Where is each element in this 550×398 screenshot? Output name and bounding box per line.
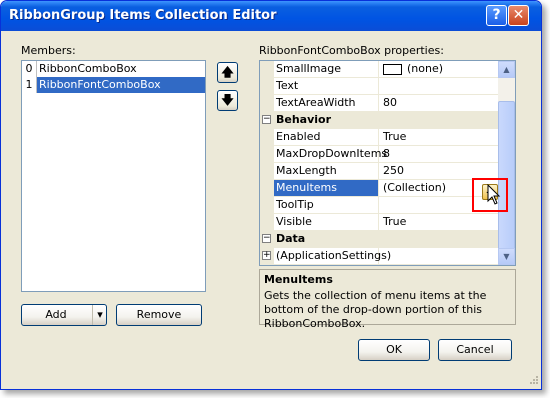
- mouse-cursor-icon: [487, 184, 501, 205]
- property-row-menuitems[interactable]: MenuItems (Collection): [260, 180, 498, 197]
- property-value[interactable]: 80: [380, 95, 498, 111]
- property-row-smallimage[interactable]: SmallImage (none): [260, 61, 498, 78]
- window-title: RibbonGroup Items Collection Editor: [9, 8, 277, 23]
- property-name: Enabled: [274, 129, 379, 145]
- category-data[interactable]: − Data: [260, 231, 498, 248]
- collapse-icon[interactable]: −: [262, 115, 271, 124]
- collection-editor-dialog: RibbonGroup Items Collection Editor ? ✕ …: [0, 0, 542, 390]
- image-swatch-icon: [383, 64, 402, 75]
- category-label: Data: [276, 232, 306, 245]
- property-row-applicationsettings[interactable]: + (ApplicationSettings): [260, 248, 498, 265]
- scroll-thumb[interactable]: [498, 101, 515, 251]
- property-row-text[interactable]: Text: [260, 78, 498, 95]
- property-value[interactable]: [380, 78, 498, 94]
- property-row-visible[interactable]: Visible True: [260, 214, 498, 231]
- property-value[interactable]: True: [380, 214, 498, 230]
- property-value[interactable]: 8: [380, 146, 498, 162]
- move-down-button[interactable]: 🡇: [217, 90, 238, 111]
- property-value[interactable]: True: [380, 129, 498, 145]
- property-value[interactable]: [380, 248, 498, 264]
- description-text: Gets the collection of menu items at the…: [264, 289, 487, 330]
- arrow-down-icon: 🡇: [221, 93, 234, 107]
- members-list-item[interactable]: 0 RibbonComboBox: [22, 61, 205, 77]
- property-row-maxlength[interactable]: MaxLength 250: [260, 163, 498, 180]
- members-list[interactable]: 0 RibbonComboBox 1 RibbonFontComboBox: [21, 60, 206, 292]
- cancel-button[interactable]: Cancel: [438, 339, 512, 361]
- property-grid[interactable]: SmallImage (none) Text TextAreaWidth 80 …: [259, 60, 516, 266]
- property-row-textareawidth[interactable]: TextAreaWidth 80: [260, 95, 498, 112]
- property-value-text: (none): [407, 62, 444, 75]
- add-dropdown-icon[interactable]: ▾: [92, 305, 107, 325]
- category-behavior[interactable]: − Behavior: [260, 112, 498, 129]
- resize-grip-icon[interactable]: [527, 375, 539, 387]
- ok-button[interactable]: OK: [358, 339, 430, 361]
- member-index: 0: [22, 61, 37, 77]
- property-name: MaxDropDownItems: [276, 146, 388, 162]
- description-panel: MenuItems Gets the collection of menu it…: [259, 269, 516, 330]
- arrow-up-icon: 🡅: [221, 65, 234, 79]
- property-row-tooltip[interactable]: ToolTip: [260, 197, 498, 214]
- close-button[interactable]: ✕: [508, 5, 529, 26]
- property-name: Text: [274, 78, 379, 94]
- description-title: MenuItems: [264, 273, 333, 286]
- property-row-enabled[interactable]: Enabled True: [260, 129, 498, 146]
- title-bar[interactable]: RibbonGroup Items Collection Editor ? ✕: [1, 1, 541, 31]
- category-label: Behavior: [276, 113, 332, 126]
- expand-icon[interactable]: +: [262, 251, 271, 260]
- help-button[interactable]: ?: [486, 5, 507, 26]
- remove-button[interactable]: Remove: [116, 304, 202, 326]
- property-name: SmallImage: [274, 61, 379, 77]
- property-value[interactable]: 250: [380, 163, 498, 179]
- property-name: MaxLength: [274, 163, 379, 179]
- property-name: TextAreaWidth: [274, 95, 379, 111]
- property-name: Visible: [274, 214, 379, 230]
- properties-label: RibbonFontComboBox properties:: [259, 44, 444, 57]
- add-button-label: Add: [45, 308, 67, 321]
- collapse-icon[interactable]: −: [262, 234, 271, 243]
- property-value[interactable]: (none): [380, 61, 498, 77]
- members-label: Members:: [21, 44, 76, 57]
- members-list-item[interactable]: 1 RibbonFontComboBox: [22, 77, 205, 93]
- property-name: (ApplicationSettings): [276, 248, 392, 264]
- member-index: 1: [22, 77, 37, 93]
- member-name[interactable]: RibbonComboBox: [37, 61, 205, 77]
- member-name[interactable]: RibbonFontComboBox: [37, 77, 205, 93]
- scroll-up-icon[interactable]: ▲: [498, 61, 515, 78]
- property-name: ToolTip: [274, 197, 379, 213]
- property-name: MenuItems: [274, 180, 379, 196]
- move-up-button[interactable]: 🡅: [217, 62, 238, 83]
- property-grid-scrollbar[interactable]: ▲ ▼: [498, 61, 515, 265]
- scroll-down-icon[interactable]: ▼: [498, 248, 515, 265]
- add-button[interactable]: Add ▾: [21, 304, 107, 326]
- property-row-maxdropdownitems[interactable]: MaxDropDownItems 8: [260, 146, 498, 163]
